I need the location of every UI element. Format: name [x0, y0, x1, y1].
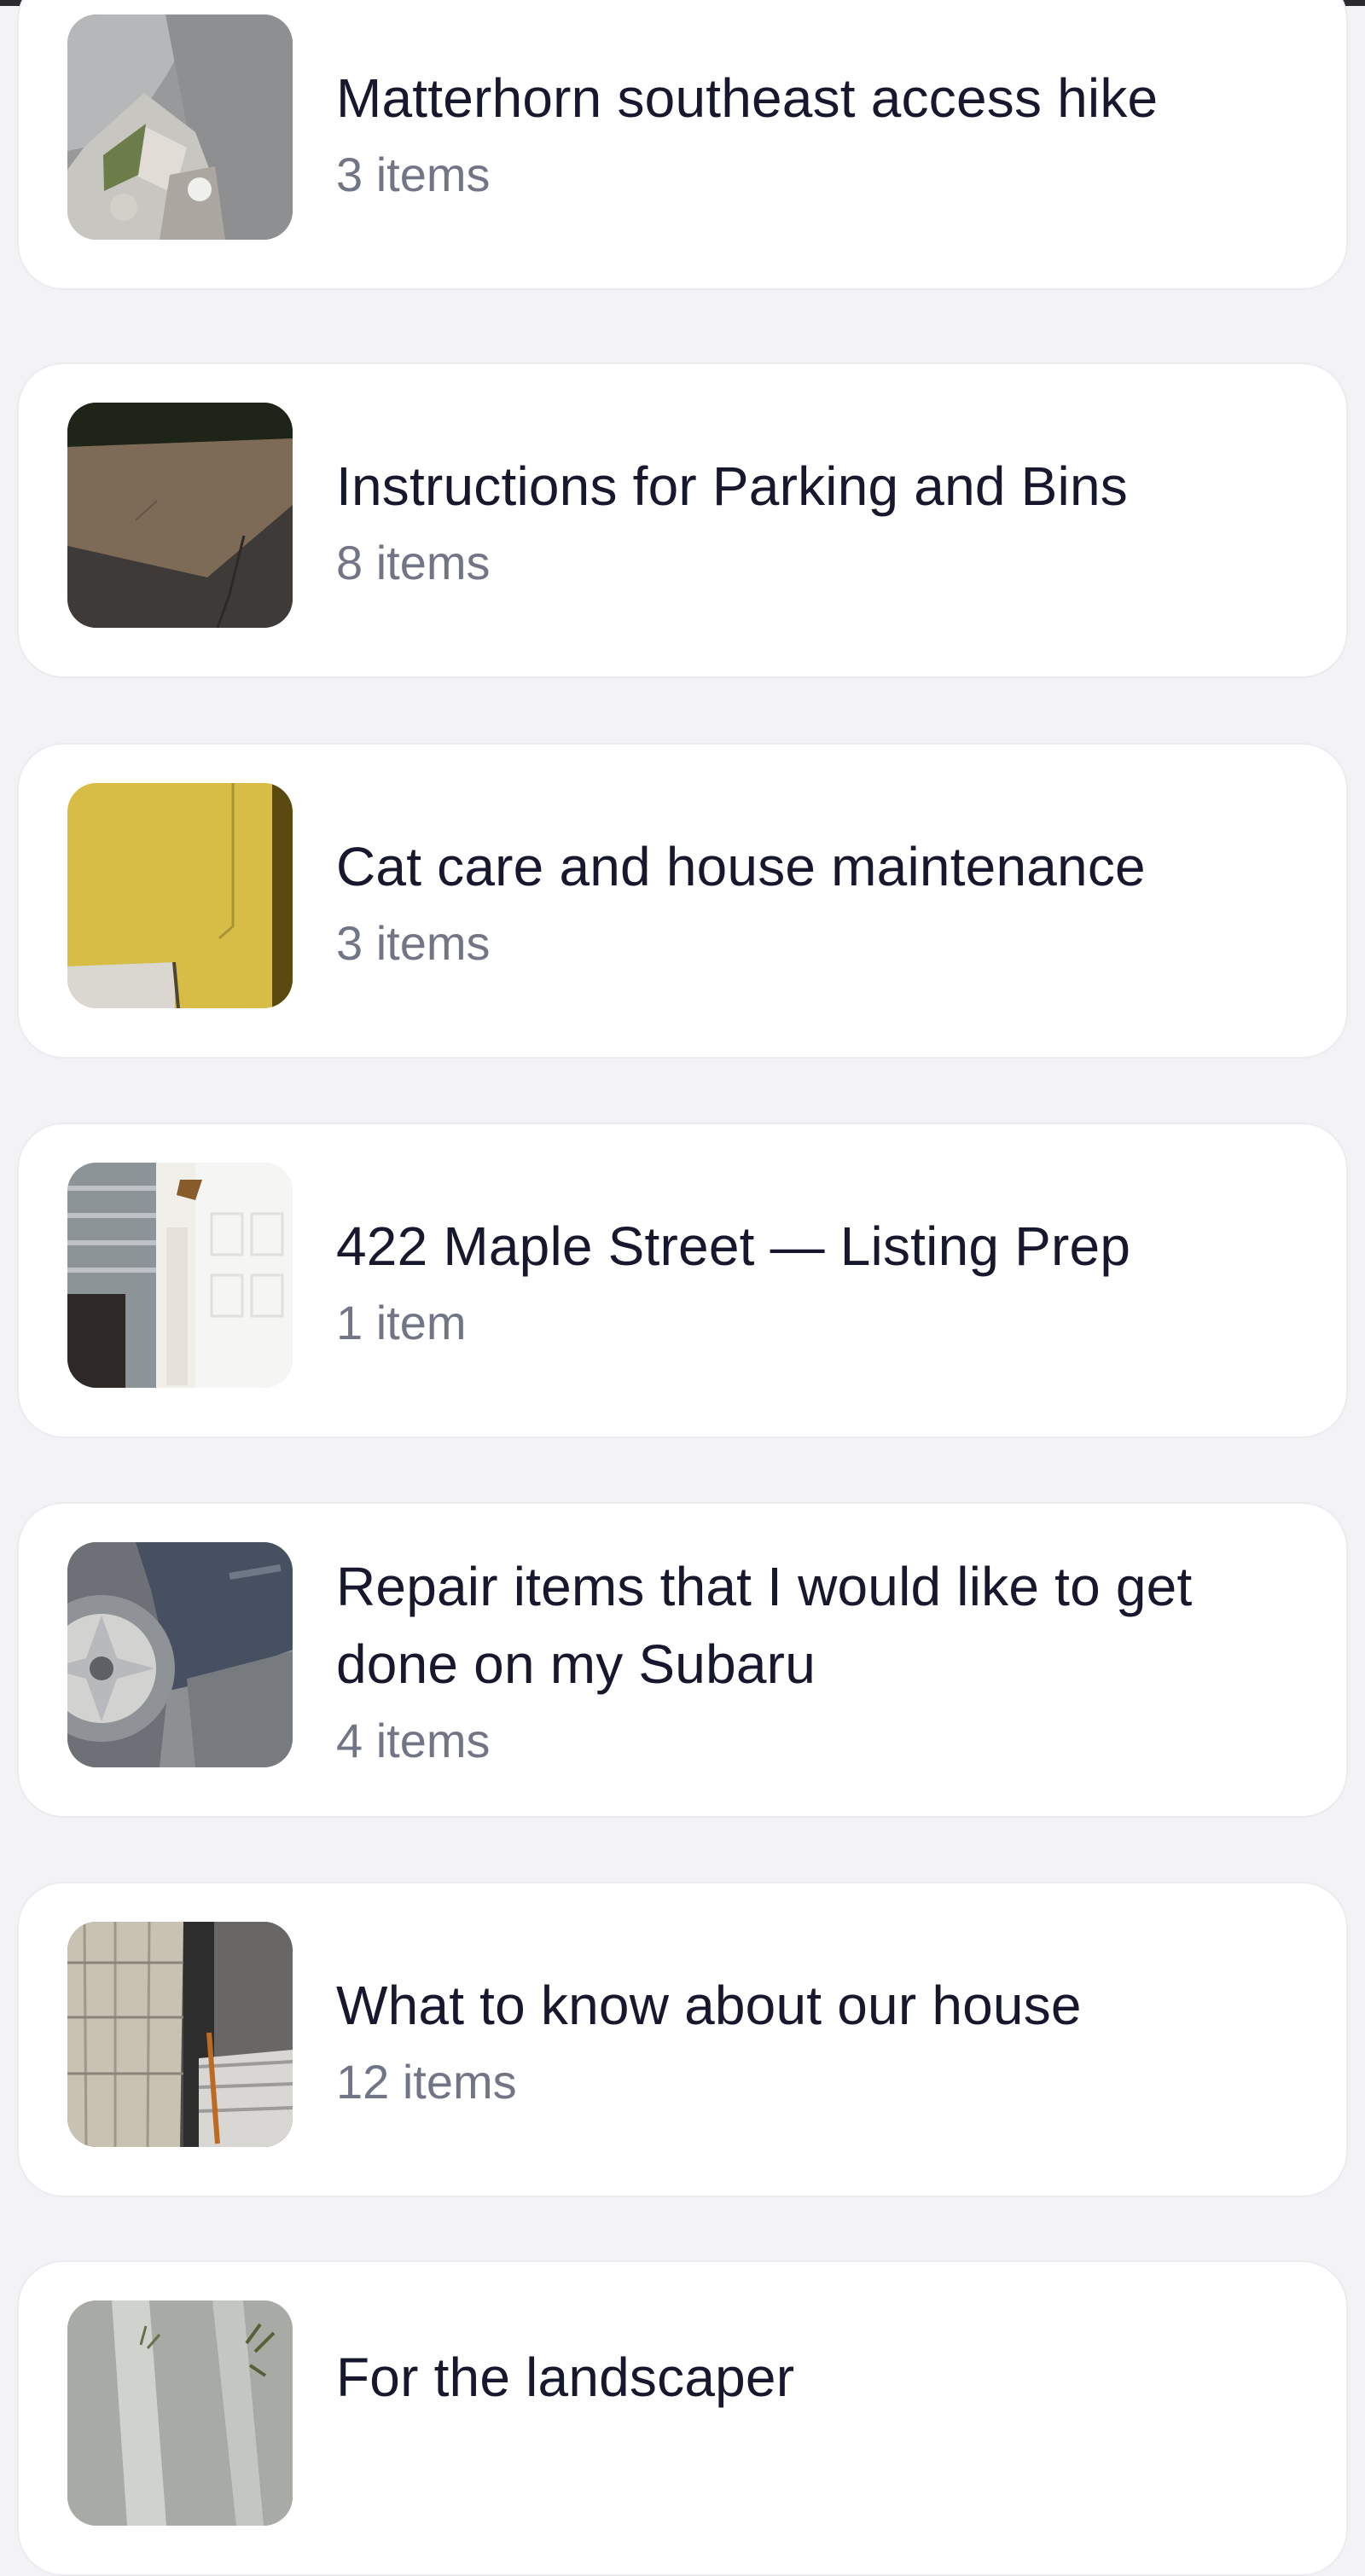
collection-item-count: 1 item [336, 1295, 467, 1349]
mountain-rock-photo-thumbnail [67, 15, 293, 240]
house-interior-photo-icon [67, 1922, 293, 2147]
collection-item-count: 12 items [336, 2054, 517, 2109]
collection-title: For the landscaper [336, 2347, 795, 2408]
yard-path-photo-icon [67, 2300, 293, 2526]
collection-item-count: 3 items [336, 915, 491, 970]
collection-card-cat-care[interactable]: Cat care and house maintenance 3 items [17, 743, 1348, 1059]
collection-title: Instructions for Parking and Bins [336, 455, 1128, 517]
collection-card-subaru-repairs[interactable]: Repair items that I would like to get do… [17, 1502, 1348, 1818]
concrete-ground-photo-icon [67, 403, 293, 628]
yellow-wall-photo-thumbnail [67, 783, 293, 1008]
yard-path-photo-thumbnail [67, 2300, 293, 2526]
collection-item-count: 4 items [336, 1714, 491, 1767]
garage-door-photo-icon [67, 1163, 293, 1388]
collection-title: Matterhorn southeast access hike [336, 67, 1159, 129]
mountain-rock-photo-icon [67, 15, 293, 240]
collection-card-maple-street[interactable]: 422 Maple Street — Listing Prep 1 item [17, 1123, 1348, 1438]
collection-title: What to know about our house [336, 1974, 1082, 2036]
car-wheel-photo-thumbnail [67, 1542, 293, 1767]
garage-door-photo-thumbnail [67, 1163, 293, 1388]
collections-list: Matterhorn southeast access hike 3 items… [0, 0, 1365, 2576]
collection-card-matterhorn[interactable]: Matterhorn southeast access hike 3 items [17, 0, 1348, 290]
collection-title: Cat care and house maintenance [336, 835, 1146, 897]
yellow-wall-photo-icon [67, 783, 293, 1008]
collection-title: 422 Maple Street — Listing Prep [336, 1215, 1131, 1277]
concrete-ground-photo-thumbnail [67, 403, 293, 628]
collection-title: Repair items that I would like to get do… [336, 1556, 1193, 1695]
house-interior-photo-thumbnail [67, 1922, 293, 2147]
collection-card-our-house[interactable]: What to know about our house 12 items [17, 1882, 1348, 2197]
car-wheel-photo-icon [67, 1542, 293, 1767]
collection-card-landscaper[interactable]: For the landscaper [17, 2260, 1348, 2576]
collection-item-count: 8 items [336, 535, 491, 589]
collection-item-count: 3 items [336, 147, 491, 201]
collection-card-parking-bins[interactable]: Instructions for Parking and Bins 8 item… [17, 363, 1348, 678]
